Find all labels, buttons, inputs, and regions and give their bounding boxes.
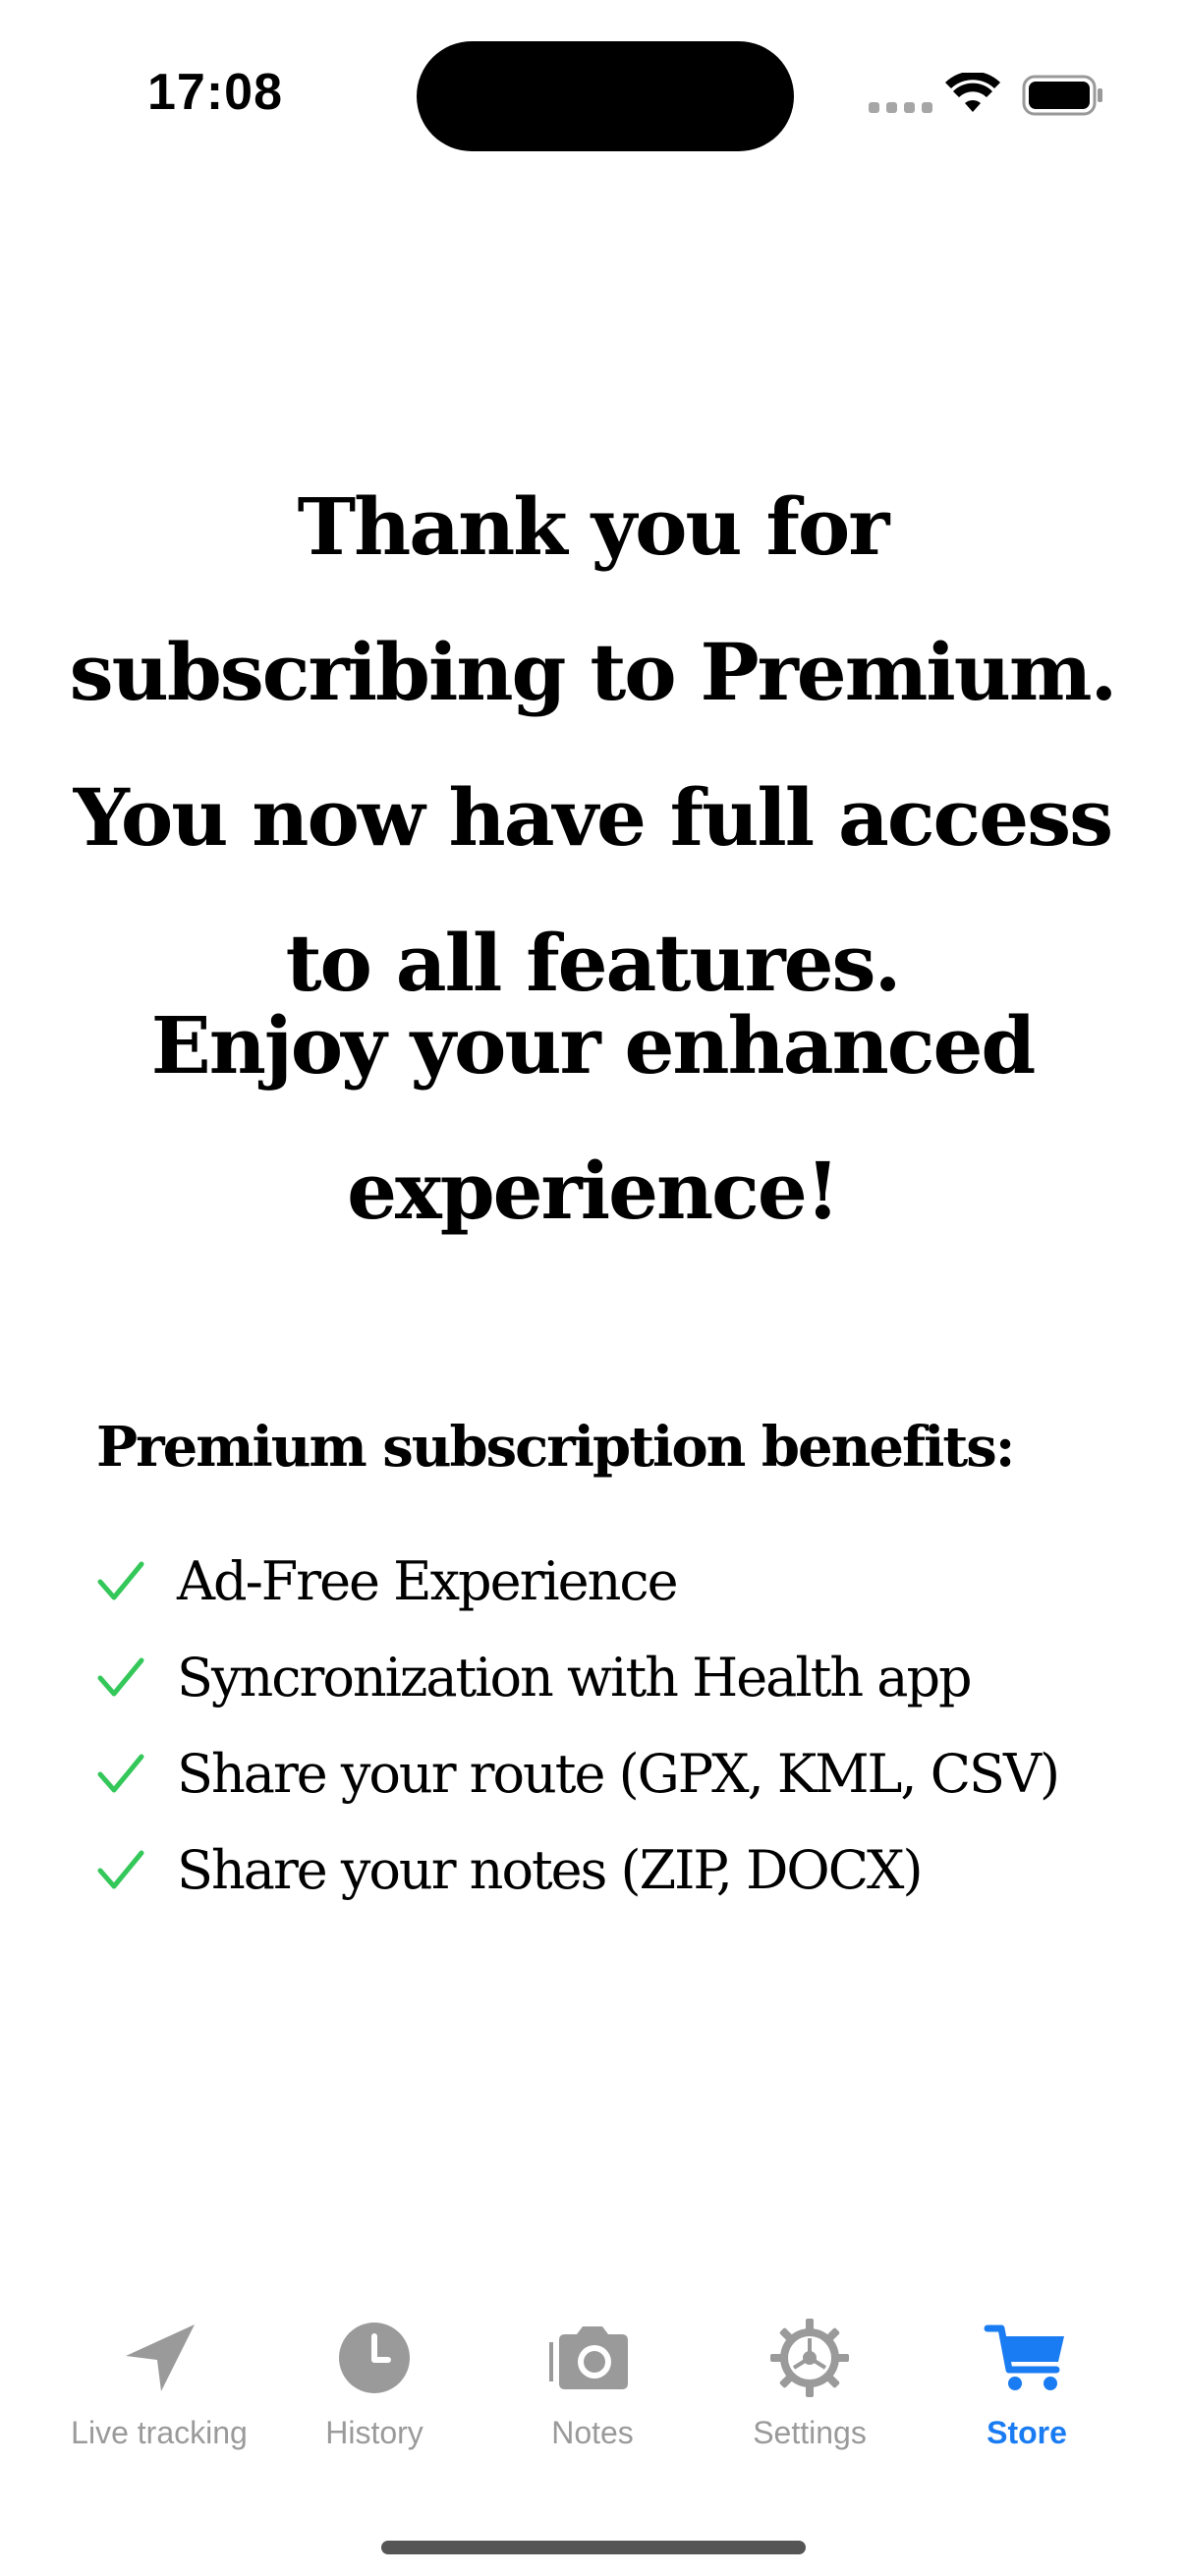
benefits-list: Ad-Free Experience Syncronization with H… (96, 1533, 1060, 1918)
status-time: 17:08 (147, 64, 283, 121)
benefits-title: Premium subscription benefits: (96, 1415, 1015, 1480)
tab-label: Store (987, 2415, 1067, 2450)
tab-label: Live tracking (71, 2415, 248, 2450)
home-indicator[interactable] (381, 2541, 806, 2554)
status-bar: 17:08 (0, 0, 1185, 187)
cart-icon (984, 2324, 1064, 2390)
cellular-signal-icon (869, 102, 932, 113)
benefit-item: Share your route (GPX, KML, CSV) (96, 1725, 1060, 1821)
gear-icon (770, 2319, 849, 2397)
checkmark-icon (97, 1657, 144, 1697)
battery-icon (1022, 75, 1102, 116)
benefit-item: Share your notes (ZIP, DOCX) (96, 1821, 1058, 1918)
enjoy-message: Enjoy your enhanced experience! (150, 999, 1037, 1237)
tab-label: Settings (753, 2415, 867, 2450)
benefit-label: Ad-Free Experience (177, 1549, 679, 1612)
checkmark-icon (97, 1754, 144, 1793)
location-arrow-icon (126, 2324, 195, 2391)
tab-bar: Live tracking History Notes Settings Sto… (0, 2289, 1185, 2486)
benefit-label: Share your route (GPX, KML, CSV) (177, 1742, 1060, 1805)
camera-icon (549, 2326, 628, 2389)
checkmark-icon (97, 1561, 144, 1600)
tab-label: Notes (551, 2415, 634, 2450)
thanks-message: Thank you for subscribing to Premium. Yo… (69, 480, 1118, 1009)
benefit-label: Syncronization with Health app (177, 1646, 973, 1708)
benefit-label: Share your notes (ZIP, DOCX) (177, 1838, 924, 1901)
clock-icon (339, 2323, 410, 2393)
benefit-item: Ad-Free Experience (96, 1533, 1058, 1629)
benefit-item: Syncronization with Health app (96, 1629, 1058, 1725)
checkmark-icon (97, 1850, 144, 1889)
wifi-icon (945, 73, 1000, 112)
tab-label: History (325, 2415, 423, 2450)
dynamic-island (417, 41, 794, 151)
tab-settings[interactable]: Settings (697, 2289, 923, 2451)
tab-store[interactable]: Store (914, 2289, 1140, 2451)
tab-live-tracking[interactable]: Live tracking (46, 2289, 272, 2451)
tab-notes[interactable]: Notes (480, 2289, 705, 2451)
tab-history[interactable]: History (261, 2289, 487, 2451)
